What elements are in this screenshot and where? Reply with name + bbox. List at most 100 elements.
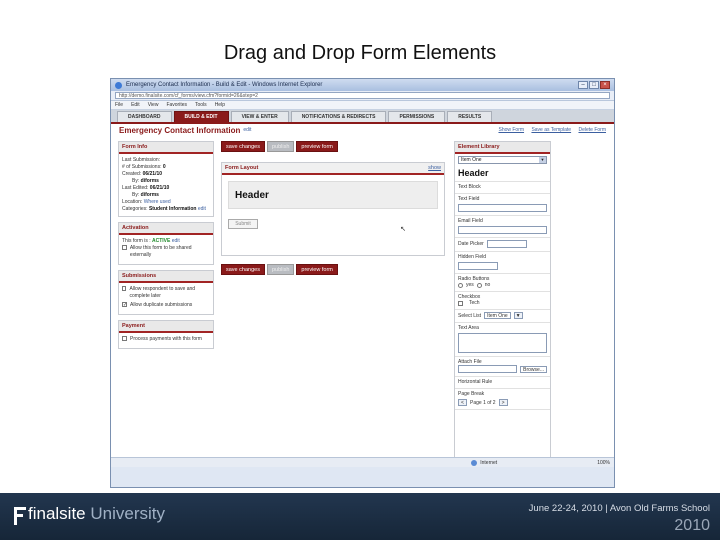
tab-view-enter[interactable]: VIEW & ENTER (230, 111, 289, 122)
save-changes-button-bottom[interactable]: save changes (221, 264, 265, 275)
main-tabs: DASHBOARD BUILD & EDIT VIEW & ENTER NOTI… (111, 110, 614, 124)
delete-form-link[interactable]: Delete Form (578, 127, 606, 133)
brand-name: finalsite University (28, 504, 165, 523)
slide-title: Drag and Drop Form Elements (223, 42, 497, 64)
activation-header: Activation (119, 223, 213, 235)
library-checkbox[interactable]: Checkbox Tech (455, 292, 550, 310)
library-email-field[interactable]: Email Field (455, 216, 550, 238)
preview-form-button-bottom[interactable]: preview form (296, 264, 338, 275)
library-date-picker[interactable]: Date Picker (455, 238, 550, 252)
library-radio-buttons[interactable]: Radio Buttons yes no (455, 274, 550, 292)
menu-view[interactable]: View (148, 102, 159, 108)
url-field[interactable]: http://demo.finalsite.com/cf_forms/view.… (115, 92, 610, 99)
preview-form-button[interactable]: preview form (296, 141, 338, 152)
activation-status: This form is : ACTIVE edit (122, 238, 180, 244)
form-layout-panel: Form Layout show Header Submit ↖ (221, 162, 445, 256)
next-page-button: > (498, 399, 508, 406)
created-date: Created: 06/21/10 (122, 171, 163, 177)
publish-button[interactable]: publish (266, 141, 295, 152)
menu-tools[interactable]: Tools (195, 102, 207, 108)
publish-button-bottom[interactable]: publish (266, 264, 295, 275)
duplicate-option: ✓ Allow duplicate submissions (122, 302, 193, 308)
finalsite-logo-icon (14, 507, 26, 525)
categories: Categories: Student Information edit (122, 206, 206, 212)
library-text-area[interactable]: Text Area (455, 323, 550, 357)
address-bar: http://demo.finalsite.com/cf_forms/view.… (111, 91, 614, 101)
maximize-button[interactable]: □ (589, 81, 599, 89)
edited-date: Last Edited: 06/21/10 (122, 185, 170, 191)
tab-notifications[interactable]: NOTIFICATIONS & REDIRECTS (290, 111, 387, 122)
chevron-down-icon: ▼ (513, 312, 523, 319)
ie-icon (115, 81, 122, 89)
event-text: June 22-24, 2010 | Avon Old Farms School (528, 503, 710, 514)
edited-by: By: diforms (132, 192, 159, 198)
tab-build-edit[interactable]: BUILD & EDIT (173, 111, 229, 122)
save-later-checkbox[interactable] (122, 286, 127, 291)
location: Location: Where used (122, 199, 171, 205)
zoom-level[interactable]: 100% (597, 460, 610, 466)
activation-edit-link[interactable]: edit (172, 238, 180, 244)
form-info-header: Form Info (119, 142, 213, 154)
form-name: Emergency Contact Information (119, 125, 241, 135)
element-library-header: Element Library (455, 142, 550, 154)
form-name-edit-link[interactable]: edit (243, 127, 251, 133)
categories-edit-link[interactable]: edit (198, 206, 206, 212)
submit-button[interactable]: Submit (228, 219, 258, 229)
left-column: Form Info Last Submission: # of Submissi… (118, 141, 214, 354)
event-info: June 22-24, 2010 | Avon Old Farms School… (529, 503, 710, 535)
library-select[interactable]: Item One ▼ (458, 156, 547, 164)
tab-results[interactable]: RESULTS (447, 111, 493, 122)
payment-panel: Payment Process payments with this form (118, 320, 214, 349)
share-checkbox[interactable] (122, 245, 127, 250)
form-header: Emergency Contact Information edit Show … (111, 124, 614, 136)
radio-icon (458, 282, 463, 288)
payment-checkbox[interactable] (122, 336, 127, 341)
last-submission: Last Submission: (122, 157, 161, 163)
library-page-break[interactable]: Page Break < Page 1 of 2 > (455, 389, 550, 410)
tab-permissions[interactable]: PERMISSIONS (388, 111, 446, 122)
browse-button: Browse... (520, 365, 547, 373)
close-button[interactable]: × (600, 81, 610, 89)
show-form-link[interactable]: Show Form (498, 127, 524, 133)
duplicate-checkbox[interactable]: ✓ (122, 302, 127, 308)
library-header-item[interactable]: Header (455, 166, 550, 182)
window-titlebar: Emergency Contact Information - Build & … (111, 79, 614, 91)
save-changes-button[interactable]: save changes (221, 141, 265, 152)
layout-show-link[interactable]: show (428, 165, 441, 171)
minimize-button[interactable]: – (578, 81, 588, 89)
header-element[interactable]: Header (228, 181, 438, 209)
library-text-block[interactable]: Text Block (455, 182, 550, 194)
library-horizontal-rule[interactable]: Horizontal Rule (455, 377, 550, 389)
footer-banner: finalsite University June 22-24, 2010 | … (0, 493, 720, 540)
library-hidden-field[interactable]: Hidden Field (455, 252, 550, 274)
middle-column: save changes publish preview form Form L… (221, 141, 445, 285)
element-library: Element Library Item One ▼ Header Text Bl… (454, 141, 551, 463)
created-by: By: diforms (132, 178, 159, 184)
library-select-list[interactable]: Select List Item One ▼ (455, 310, 550, 323)
payment-option: Process payments with this form (122, 336, 210, 343)
menu-edit[interactable]: Edit (131, 102, 140, 108)
submissions-header: Submissions (119, 271, 213, 283)
tab-dashboard[interactable]: DASHBOARD (117, 111, 172, 122)
library-text-field[interactable]: Text Field (455, 194, 550, 216)
bottom-action-buttons: save changes publish preview form (221, 264, 445, 275)
menu-bar: File Edit View Favorites Tools Help (111, 101, 614, 110)
event-year: 2010 (674, 517, 710, 534)
menu-favorites[interactable]: Favorites (166, 102, 187, 108)
browser-window: Emergency Contact Information - Build & … (110, 78, 615, 488)
library-attach-file[interactable]: Attach File Browse... (455, 357, 550, 377)
radio-icon (476, 282, 482, 288)
share-option: Allow this form to be shared externally (122, 245, 210, 259)
web-page: DASHBOARD BUILD & EDIT VIEW & ENTER NOTI… (111, 110, 614, 467)
menu-help[interactable]: Help (215, 102, 225, 108)
save-template-link[interactable]: Save as Template (531, 127, 571, 133)
status-zone: Internet (480, 459, 498, 466)
cursor-icon: ↖ (400, 226, 406, 233)
menu-file[interactable]: File (115, 102, 123, 108)
slide: Drag and Drop Form Elements Emergency Co… (0, 0, 720, 540)
globe-icon (471, 459, 478, 466)
form-canvas[interactable]: Header Submit ↖ (222, 175, 444, 255)
form-layout-header: Form Layout show (222, 163, 444, 175)
submission-count: # of Submissions: 0 (122, 164, 166, 170)
top-action-buttons: save changes publish preview form (221, 141, 445, 152)
